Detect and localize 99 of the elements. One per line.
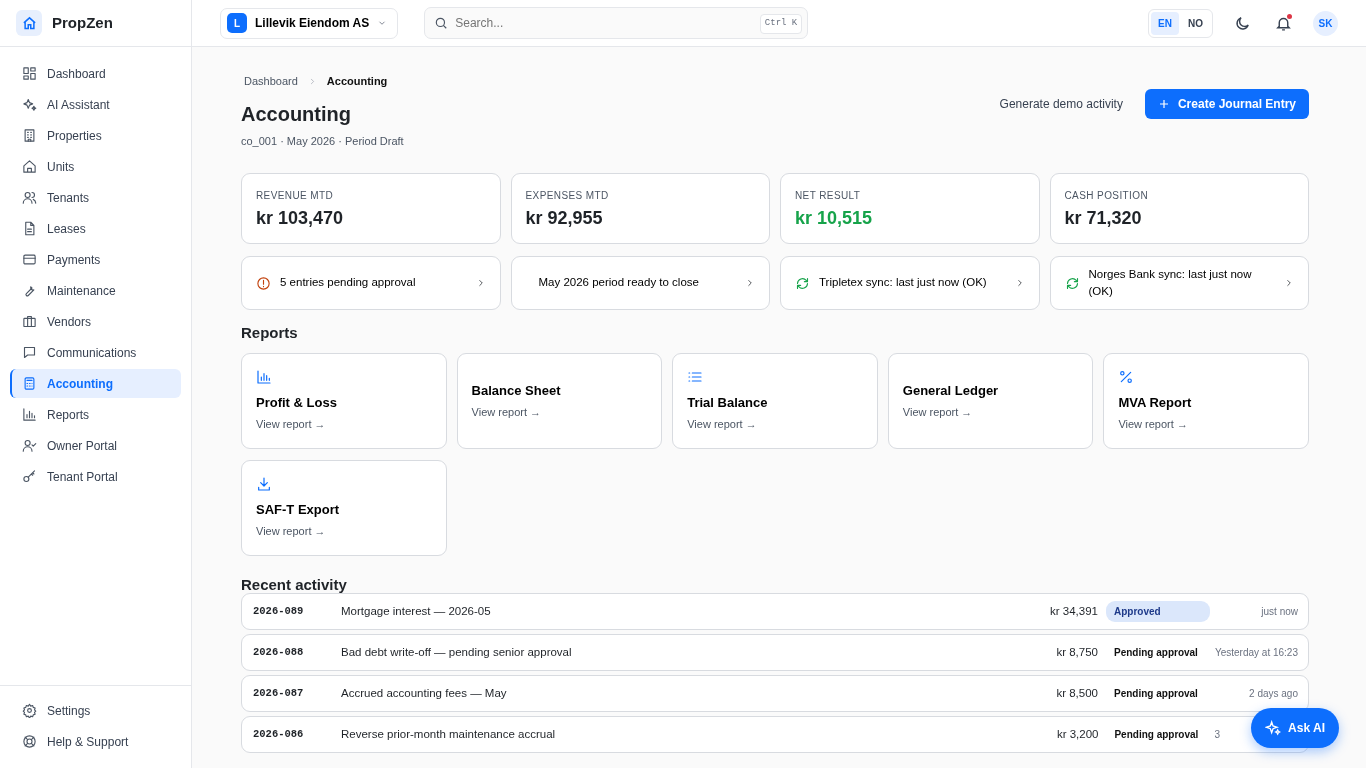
warning-icon: [256, 275, 271, 291]
status-label: Pending approval: [1113, 728, 1200, 742]
stat-value: kr 103,470: [256, 207, 345, 230]
section-heading: Reports: [241, 323, 299, 343]
sidebar-item[interactable]: Maintenance: [10, 276, 181, 305]
activity-row[interactable]: 2026-088 Bad debt write-off — pending senior approval kr 8,750 Pending approval Yesterday at 16:23: [241, 634, 1309, 671]
activity-row[interactable]: 2026-089 Mortgage interest — 2026-05 kr 34,391 Approved just now: [241, 593, 1309, 630]
sidebar-item[interactable]: Tenant Portal: [10, 462, 181, 491]
status-label: Pending approval: [1113, 687, 1199, 701]
entry-number: 2026-086: [253, 726, 305, 742]
sidebar-item[interactable]: Communications: [10, 338, 181, 367]
stat-value: kr 92,955: [525, 207, 604, 230]
entry-description: Mortgage interest — 2026-05: [341, 603, 492, 619]
sidebar-item[interactable]: Help & Support: [10, 727, 181, 756]
breadcrumb-link[interactable]: Dashboard: [244, 73, 298, 90]
alert-card[interactable]: Tripletex sync: last just now (OK): [780, 256, 1040, 310]
entry-number: 2026-087: [253, 685, 305, 701]
sidebar-item[interactable]: Settings: [10, 696, 181, 725]
sidebar-item[interactable]: Accounting: [10, 369, 181, 398]
report-card[interactable]: General Ledger View report →: [887, 352, 1094, 449]
report-card[interactable]: Profit & Loss View report →: [241, 352, 447, 449]
entry-number: 2026-088: [253, 644, 305, 660]
house-icon: [16, 10, 42, 36]
entry-time: 3: [1214, 727, 1220, 742]
sidebar-item[interactable]: Payments: [10, 245, 181, 274]
organization-initial: L: [227, 13, 247, 33]
generate-demo-button[interactable]: Generate demo activity: [993, 93, 1129, 114]
report-card[interactable]: MVA Report View report →: [1103, 352, 1309, 449]
entry-time: 2 days ago: [1248, 686, 1298, 701]
user-avatar[interactable]: SK: [1313, 10, 1338, 36]
sidebar-item[interactable]: Properties: [10, 121, 181, 150]
percent-icon: [1118, 368, 1135, 385]
entry-amount: kr 34,391: [1049, 603, 1098, 619]
language-option[interactable]: NO: [1181, 11, 1210, 35]
briefcase-icon: [22, 314, 37, 329]
entry-time: just now: [1260, 604, 1298, 619]
entry-amount: kr 3,200: [1055, 726, 1099, 742]
language-option[interactable]: EN: [1151, 11, 1179, 35]
credit-card-icon: [22, 252, 37, 267]
lifebuoy-icon: [22, 734, 37, 749]
status-label: Pending approval: [1113, 646, 1199, 660]
grid-icon: [22, 66, 37, 81]
bar-chart-icon: [22, 407, 37, 422]
entry-time: Yesterday at 16:23: [1213, 645, 1298, 660]
stat-value: kr 10,515: [795, 207, 874, 230]
document-icon: [22, 221, 37, 236]
entry-description: Reverse prior-month maintenance accrual: [341, 726, 557, 742]
sidebar-item[interactable]: Vendors: [10, 307, 181, 336]
building-icon: [22, 128, 37, 143]
entry-amount: kr 8,500: [1055, 685, 1098, 701]
activity-row[interactable]: 2026-087 Accrued accounting fees — May kr 8,500 Pending approval 2 days ago: [241, 675, 1309, 712]
people-icon: [22, 190, 37, 205]
create-journal-entry-button[interactable]: Create Journal Entry: [1144, 88, 1309, 119]
stat-label: NET RESULT: [795, 189, 862, 203]
alert-card[interactable]: May 2026 period ready to close: [510, 256, 770, 310]
stat-label: REVENUE MTD: [256, 189, 335, 203]
sidebar-item[interactable]: AI Assistant: [10, 90, 181, 119]
report-card[interactable]: SAF-T Export View report →: [241, 459, 447, 556]
section-heading: Recent activity: [241, 576, 348, 593]
report-card[interactable]: Trial Balance View report →: [672, 352, 878, 449]
plus-icon: [1157, 97, 1170, 110]
page-title: Accounting: [241, 101, 352, 127]
keyboard-shortcut: Ctrl K: [759, 14, 803, 34]
sidebar-item[interactable]: Leases: [10, 214, 181, 243]
sidebar-item[interactable]: Owner Portal: [10, 431, 181, 460]
sidebar-item[interactable]: Dashboard: [10, 59, 181, 88]
stat-label: EXPENSES MTD: [525, 189, 610, 203]
sparkle-icon: [22, 97, 37, 112]
app-name: PropZen: [52, 12, 113, 33]
sidebar-item[interactable]: Tenants: [10, 183, 181, 212]
refresh-icon: [795, 275, 810, 291]
status-label: Approved: [1106, 601, 1210, 622]
entry-description: Bad debt write-off — pending senior approval: [341, 644, 573, 660]
person-check-icon: [22, 438, 37, 453]
house-icon: [22, 159, 37, 174]
page-subtitle: co_001 · May 2026 · Period Draft: [241, 133, 404, 149]
breadcrumb-current: Accounting: [326, 74, 388, 89]
alert-card[interactable]: Norges Bank sync: last just now (OK): [1049, 256, 1309, 310]
download-icon: [256, 475, 272, 492]
report-card[interactable]: Balance Sheet View report →: [456, 352, 663, 449]
sidebar-item[interactable]: Reports: [10, 400, 181, 429]
entry-number: 2026-089: [253, 603, 305, 619]
speech-bubble-icon: [22, 345, 37, 360]
alert-card[interactable]: 5 entries pending approval: [241, 256, 501, 310]
entry-amount: kr 8,750: [1055, 644, 1098, 660]
stat-label: CASH POSITION: [1064, 189, 1150, 203]
sparkle-icon: [1265, 720, 1282, 736]
organization-selector[interactable]: L Lillevik Eiendom AS: [220, 7, 399, 39]
chevron-right-icon: [1284, 278, 1294, 288]
sidebar-item[interactable]: Units: [10, 152, 181, 181]
key-icon: [22, 469, 37, 484]
calculator-icon: [22, 376, 37, 391]
ask-ai-button[interactable]: Ask AI: [1251, 708, 1339, 748]
stat-value: kr 71,320: [1064, 207, 1143, 230]
refresh-icon: [1064, 275, 1080, 291]
bar-chart-icon: [256, 368, 272, 385]
entry-description: Accrued accounting fees — May: [341, 685, 508, 701]
chevron-right-icon: [745, 278, 755, 288]
gear-icon: [22, 703, 37, 718]
